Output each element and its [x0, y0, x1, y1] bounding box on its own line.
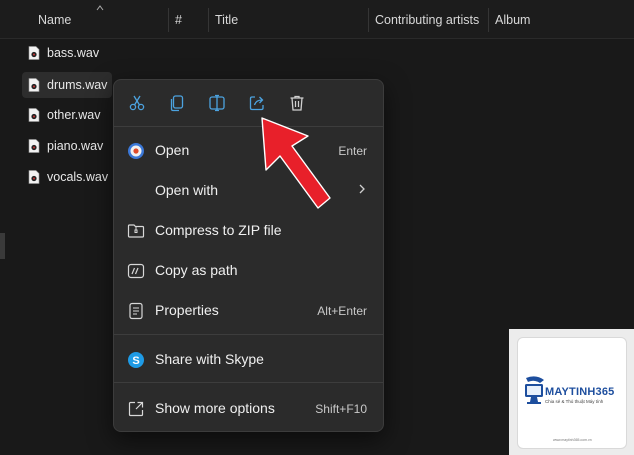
column-divider[interactable]: [488, 8, 489, 32]
file-name: other.wav: [47, 108, 101, 122]
menu-item-label: Share with Skype: [155, 351, 264, 367]
svg-text:S: S: [132, 355, 139, 367]
scissors-icon: [129, 95, 145, 111]
menu-item-label: Open with: [155, 182, 219, 198]
audio-file-icon: [28, 170, 40, 184]
column-divider[interactable]: [168, 8, 169, 32]
quick-actions-bar: [114, 80, 383, 126]
share-icon: [249, 96, 264, 111]
red-arrow-annotation: [261, 117, 331, 209]
properties-icon: [129, 302, 143, 320]
menu-item-label: Show more options: [155, 400, 275, 416]
sort-ascending-icon: [96, 5, 104, 11]
shortcut-text: Alt+Enter: [317, 304, 367, 318]
column-header-bar: Name # Title Contributing artists Album: [0, 0, 634, 39]
menu-separator: [114, 382, 383, 383]
zip-folder-icon: [127, 224, 145, 238]
path-icon: [127, 263, 145, 279]
file-name: vocals.wav: [47, 170, 109, 184]
copy-button[interactable]: [165, 91, 189, 115]
menu-item-properties[interactable]: Properties Alt+Enter: [114, 291, 383, 329]
copy-icon: [170, 95, 184, 112]
shortcut-text: Shift+F10: [315, 402, 367, 416]
column-album[interactable]: Album: [495, 13, 530, 27]
cut-button[interactable]: [125, 91, 149, 115]
menu-item-share-skype[interactable]: S Share with Skype: [114, 340, 383, 378]
watermark-brand: MAYTINH365: [545, 386, 615, 398]
expand-icon: [128, 401, 144, 417]
column-divider[interactable]: [208, 8, 209, 32]
menu-separator: [114, 334, 383, 335]
watermark-tagline: Chia sẻ & Thủ thuật Máy tính: [545, 399, 604, 404]
audio-file-icon: [28, 139, 40, 153]
menu-item-label: Copy as path: [155, 262, 238, 278]
media-player-icon: [128, 143, 144, 159]
chevron-right-icon: [359, 184, 365, 194]
menu-item-open[interactable]: Open Enter: [114, 131, 383, 169]
menu-item-open-with[interactable]: Open with: [114, 171, 383, 209]
column-contributing-artists[interactable]: Contributing artists: [375, 13, 479, 27]
audio-file-icon: [28, 46, 40, 60]
column-title[interactable]: Title: [215, 13, 238, 27]
navigation-pane-scrollbar[interactable]: [0, 233, 5, 259]
audio-file-icon: [28, 108, 40, 122]
menu-item-label: Compress to ZIP file: [155, 222, 282, 238]
menu-item-label: Open: [155, 142, 190, 158]
trash-icon: [290, 95, 304, 111]
menu-item-copy-as-path[interactable]: Copy as path: [114, 251, 383, 289]
shortcut-text: Enter: [338, 144, 367, 158]
menu-separator: [114, 126, 383, 127]
menu-item-label: Properties: [155, 302, 219, 318]
file-name: drums.wav: [47, 78, 108, 92]
file-row-bass[interactable]: bass.wav: [22, 40, 372, 66]
audio-file-icon: [28, 78, 40, 92]
rename-icon: [209, 94, 225, 112]
column-name[interactable]: Name: [38, 13, 71, 27]
skype-icon: S: [128, 352, 144, 368]
rename-button[interactable]: [205, 91, 229, 115]
watermark-url: www.maytinh365.com.vn: [553, 438, 592, 442]
menu-item-compress-zip[interactable]: Compress to ZIP file: [114, 211, 383, 249]
file-name: piano.wav: [47, 139, 104, 153]
maytinh365-logo-icon: [525, 376, 544, 404]
column-divider[interactable]: [368, 8, 369, 32]
context-menu: Open Enter Open with Compress to ZIP fil…: [113, 79, 384, 432]
menu-item-show-more-options[interactable]: Show more options Shift+F10: [114, 389, 383, 427]
column-number[interactable]: #: [175, 13, 182, 27]
file-row-drums[interactable]: drums.wav: [22, 72, 112, 98]
file-name: bass.wav: [47, 46, 100, 60]
